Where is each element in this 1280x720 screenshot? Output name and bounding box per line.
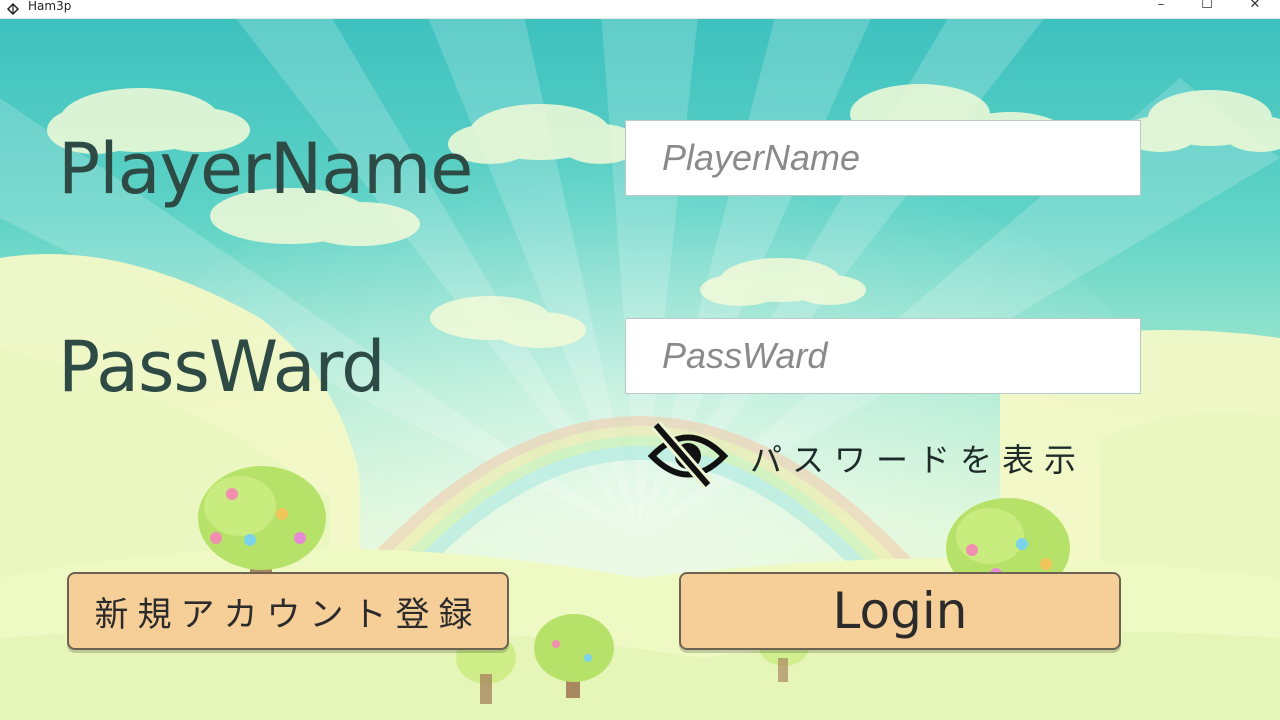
close-button[interactable]: ✕ — [1232, 0, 1278, 18]
maximize-button[interactable]: ☐ — [1184, 0, 1230, 18]
player-name-label: PlayerName — [58, 128, 473, 210]
game-window: Ham3p – ☐ ✕ PlayerName PlayerName PassWa… — [0, 0, 1280, 720]
login-button[interactable]: Login — [679, 572, 1121, 650]
window-title: Ham3p — [28, 0, 72, 13]
register-account-label: 新規アカウント登録 — [94, 594, 482, 635]
login-label: Login — [832, 582, 968, 640]
register-account-button[interactable]: 新規アカウント登録 — [67, 572, 509, 650]
show-password-label: パスワードを表示 — [750, 441, 1087, 479]
eye-slash-icon — [648, 421, 728, 489]
player-name-input[interactable] — [625, 120, 1141, 196]
login-scene: PlayerName PassWard パスワードを表示 新規アカウント登録 L… — [0, 18, 1280, 720]
minimize-button[interactable]: – — [1138, 0, 1184, 18]
show-password-toggle[interactable]: パスワードを表示 — [648, 421, 1118, 491]
password-label: PassWard — [58, 326, 386, 408]
app-icon — [6, 2, 20, 16]
password-input[interactable] — [625, 318, 1141, 394]
title-bar: Ham3p – ☐ ✕ — [0, 0, 1280, 19]
